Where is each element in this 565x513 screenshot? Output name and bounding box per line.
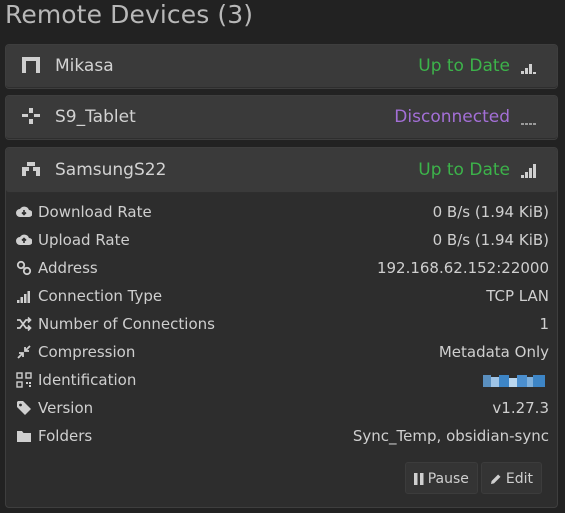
device-status: Up to Date <box>418 56 510 76</box>
edit-label: Edit <box>505 471 533 487</box>
device-name: Mikasa <box>55 56 114 76</box>
detail-row-version: Version v1.27.3 <box>6 394 557 422</box>
detail-label: Folders <box>38 427 93 445</box>
detail-row-connections: Number of Connections 1 <box>6 310 557 338</box>
signal-none-icon <box>521 123 536 125</box>
detail-label: Address <box>38 259 98 277</box>
detail-label: Compression <box>38 343 136 361</box>
pencil-icon <box>490 474 501 484</box>
device-panel-s9-tablet[interactable]: S9_Tablet Disconnected <box>5 95 558 140</box>
detail-value: Sync_Temp, obsidian-sync <box>352 427 549 445</box>
device-actions: Pause Edit <box>402 462 542 494</box>
detail-label: Download Rate <box>38 203 152 221</box>
detail-row-compression: Compression Metadata Only <box>6 338 557 366</box>
detail-value: 192.168.62.152:22000 <box>376 259 549 277</box>
device-name: SamsungS22 <box>55 160 167 180</box>
pause-label: Pause <box>427 471 469 487</box>
section-title: Remote Devices (3) <box>5 0 254 29</box>
signal-full-icon <box>521 164 536 178</box>
device-status: Up to Date <box>418 160 510 180</box>
detail-value: Metadata Only <box>438 343 549 361</box>
detail-value: TCP LAN <box>486 287 549 305</box>
device-header[interactable]: SamsungS22 Up to Date <box>6 148 557 193</box>
device-header[interactable]: S9_Tablet Disconnected <box>6 96 557 139</box>
detail-row-folders: Folders Sync_Temp, obsidian-sync <box>6 422 557 450</box>
detail-label: Connection Type <box>38 287 163 305</box>
detail-row-address: Address 192.168.62.152:22000 <box>6 254 557 282</box>
compress-icon <box>17 345 31 359</box>
pause-icon <box>413 473 424 485</box>
tag-icon <box>17 401 31 415</box>
qrcode-icon <box>16 372 32 388</box>
device-status: Disconnected <box>394 107 510 127</box>
signal-icon <box>17 291 30 303</box>
signal-partial-icon <box>521 64 536 74</box>
detail-label: Version <box>38 399 94 417</box>
detail-label: Identification <box>38 371 137 389</box>
folder-icon <box>17 431 31 442</box>
detail-value: 1 <box>539 315 549 333</box>
cloud-upload-icon <box>16 234 32 245</box>
detail-row-identification: Identification <box>6 366 557 394</box>
detail-row-upload-rate: Upload Rate 0 B/s (1.94 KiB) <box>6 226 557 254</box>
device-panel-samsungs22[interactable]: SamsungS22 Up to Date Download Rate 0 B/… <box>5 147 558 508</box>
pause-button[interactable]: Pause <box>404 462 478 494</box>
identification-redacted <box>483 375 545 387</box>
device-header[interactable]: Mikasa Up to Date <box>6 45 557 88</box>
detail-row-download-rate: Download Rate 0 B/s (1.94 KiB) <box>6 198 557 226</box>
phone-icon <box>22 162 40 176</box>
detail-value: v1.27.3 <box>492 399 549 417</box>
detail-row-connection-type: Connection Type TCP LAN <box>6 282 557 310</box>
detail-label: Upload Rate <box>38 231 130 249</box>
desktop-icon <box>22 57 40 73</box>
detail-value: 0 B/s (1.94 KiB) <box>432 231 549 249</box>
detail-label: Number of Connections <box>38 315 215 333</box>
device-name: S9_Tablet <box>55 107 136 127</box>
cloud-download-icon <box>16 206 32 217</box>
device-panel-mikasa[interactable]: Mikasa Up to Date <box>5 44 558 89</box>
detail-value: 0 B/s (1.94 KiB) <box>432 203 549 221</box>
edit-button[interactable]: Edit <box>480 462 542 494</box>
disconnected-icon <box>22 108 40 124</box>
shuffle-icon <box>17 316 32 332</box>
device-details: Download Rate 0 B/s (1.94 KiB) Upload Ra… <box>6 193 557 450</box>
link-icon <box>16 260 32 276</box>
